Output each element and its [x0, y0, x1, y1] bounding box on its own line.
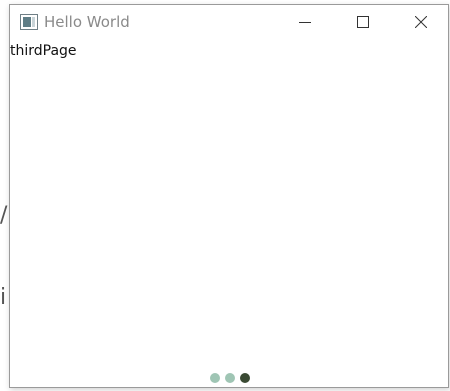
- app-window: Hello World thirdPage: [9, 4, 449, 388]
- close-icon: [415, 16, 427, 28]
- page-dot-3-active[interactable]: [240, 373, 250, 383]
- title-bar[interactable]: Hello World: [10, 5, 448, 39]
- page-label: thirdPage: [10, 43, 77, 59]
- window-title: Hello World: [44, 13, 130, 31]
- page-dot-2[interactable]: [225, 373, 235, 383]
- minimize-button[interactable]: [282, 5, 328, 39]
- page-dot-1[interactable]: [210, 373, 220, 383]
- background-window-glyph: i: [0, 287, 7, 309]
- close-button[interactable]: [398, 5, 444, 39]
- background-window-glyph: /: [0, 205, 8, 227]
- desktop: / i Hello World thirdPage: [0, 0, 450, 391]
- minimize-icon: [299, 22, 311, 23]
- maximize-icon: [357, 16, 369, 28]
- page-indicator: [210, 373, 250, 385]
- maximize-button[interactable]: [340, 5, 386, 39]
- window-app-icon: [20, 14, 38, 30]
